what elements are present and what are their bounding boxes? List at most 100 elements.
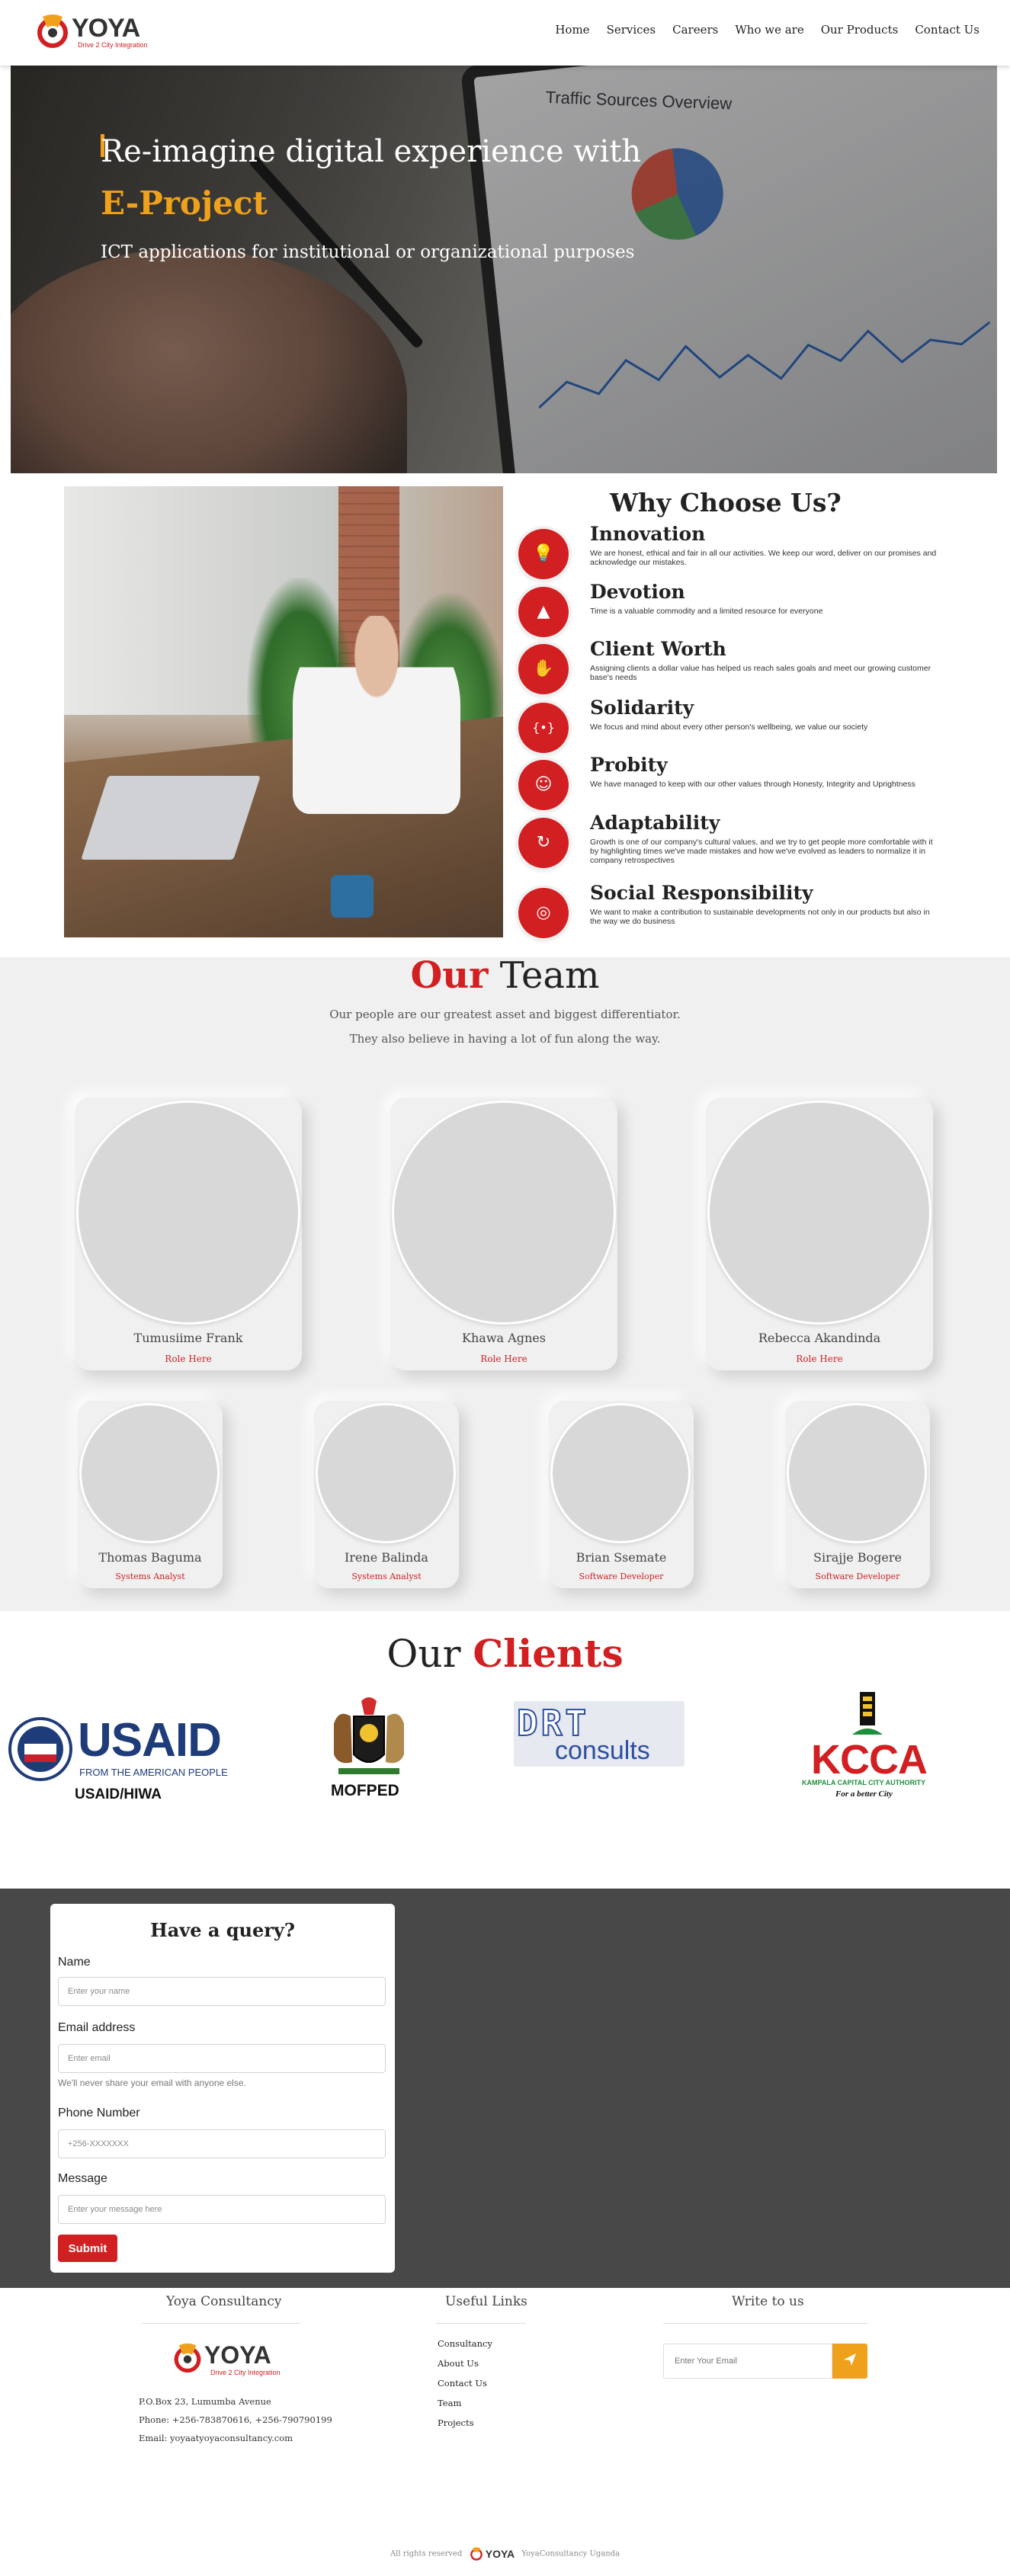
member-name: Irene Balinda <box>345 1550 428 1565</box>
why-item-social-responsibility: ◎ Social Responsibility We want to make … <box>518 882 945 941</box>
nav-careers[interactable]: Careers <box>672 23 718 37</box>
why-choose-title: Why Choose Us? <box>610 488 842 517</box>
hero-banner: Traffic Sources Overview <box>11 66 997 473</box>
brand-tagline: Drive 2 City Integration <box>78 41 148 49</box>
why-item-devotion: ▲ Devotion Time is a valuable commodity … <box>518 581 945 640</box>
kcca-line: KAMPALA CAPITAL CITY AUTHORITY <box>802 1779 926 1786</box>
why-item-text: We want to make a contribution to sustai… <box>590 908 930 926</box>
navbar: YOYA Drive 2 City Integration Home Servi… <box>0 0 1010 66</box>
team-card[interactable]: Thomas Baguma Systems Analyst <box>78 1401 223 1588</box>
nav-services[interactable]: Services <box>607 23 656 37</box>
lightbulb-icon: 💡 <box>518 529 569 579</box>
why-item-solidarity: {•} Solidarity We focus and mind about e… <box>518 697 945 756</box>
footer-col2-title: Useful Links <box>445 2294 527 2309</box>
usaid-name: USAID <box>78 1714 222 1767</box>
avatar <box>79 1403 220 1543</box>
brand-name: YOYA <box>72 14 140 43</box>
footer-divider <box>663 2323 867 2324</box>
team-title: Our Team <box>0 954 1010 997</box>
name-input[interactable] <box>58 1977 386 2006</box>
footer-divider <box>142 2323 300 2324</box>
brackets-icon: {•} <box>518 703 569 753</box>
team-card[interactable]: Irene Balinda Systems Analyst <box>314 1401 459 1588</box>
copyright-right: YoyaConsultancy Uganda <box>521 2549 620 2558</box>
footer-link-team[interactable]: Team <box>438 2398 461 2408</box>
client-drt-consults[interactable]: DRT consults <box>509 1701 689 1768</box>
footer-link-about-us[interactable]: About Us <box>438 2358 479 2369</box>
footer-link-consultancy[interactable]: Consultancy <box>438 2338 492 2349</box>
kcca-name: KCCA <box>811 1737 928 1783</box>
submit-button[interactable]: Submit <box>58 2235 117 2262</box>
message-input[interactable] <box>58 2195 386 2224</box>
photo-cup <box>331 875 374 918</box>
why-item-adaptability: ↻ Adaptability Growth is one of our comp… <box>518 812 945 871</box>
hero-subtitle: ICT applications for institutional or or… <box>101 242 635 262</box>
drt-word: consults <box>555 1736 650 1765</box>
handshake-icon: ✋ <box>518 644 569 694</box>
footer-email: Email: yoyaatyoyaconsultancy.com <box>139 2433 293 2443</box>
avatar <box>707 1101 931 1325</box>
meeting-photo <box>64 486 503 937</box>
nav-contact-us[interactable]: Contact Us <box>915 23 980 37</box>
footer-brand-tagline: Drive 2 City Integration <box>210 2369 281 2376</box>
usaid-line: FROM THE AMERICAN PEOPLE <box>79 1767 228 1778</box>
team-title-rest: Team <box>499 954 600 997</box>
footer-link-contact-us[interactable]: Contact Us <box>438 2378 487 2389</box>
member-role: Role Here <box>480 1354 527 1364</box>
why-item-text: Growth is one of our company's cultural … <box>590 838 933 865</box>
phone-label: Phone Number <box>58 2107 140 2119</box>
footer-link-projects[interactable]: Projects <box>438 2417 474 2428</box>
member-role: Role Here <box>165 1354 212 1364</box>
footer-logo[interactable]: YOYA Drive 2 City Integration <box>172 2340 287 2384</box>
why-item-innovation: 💡 Innovation We are honest, ethical and … <box>518 523 945 582</box>
team-card[interactable]: Brian Ssemate Software Developer <box>549 1401 694 1588</box>
team-card[interactable]: Sirajje Bogere Software Developer <box>785 1401 930 1588</box>
email-help-text: We'll never share your email with anyone… <box>58 2078 246 2088</box>
why-item-text: We focus and mind about every other pers… <box>590 722 868 732</box>
yoya-logo-icon <box>174 2343 201 2373</box>
why-item-text: We are honest, ethical and fair in all o… <box>590 549 937 567</box>
why-item-title: Social Responsibility <box>590 882 813 904</box>
copyright-left: All rights reserved <box>390 2549 463 2558</box>
why-item-probity: ☺ Probity We have managed to keep with o… <box>518 754 945 813</box>
why-item-title: Devotion <box>590 581 685 603</box>
nav-our-products[interactable]: Our Products <box>821 23 899 37</box>
nav-home[interactable]: Home <box>555 23 589 37</box>
usaid-seal-icon <box>8 1717 72 1781</box>
phone-input[interactable] <box>58 2129 386 2158</box>
client-kcca[interactable]: KCCA KAMPALA CAPITAL CITY AUTHORITY For … <box>802 1692 939 1806</box>
team-card[interactable]: Khawa Agnes Role Here <box>390 1097 617 1370</box>
footer-col3-title: Write to us <box>732 2294 804 2309</box>
member-name: Rebecca Akandinda <box>758 1331 881 1345</box>
email-input[interactable] <box>58 2044 386 2073</box>
client-usaid[interactable]: USAID FROM THE AMERICAN PEOPLE USAID/HIW… <box>8 1714 229 1806</box>
kcca-motto: For a better City <box>835 1789 893 1799</box>
avatar <box>316 1403 456 1543</box>
client-mofped[interactable]: MOFPED <box>320 1693 419 1808</box>
why-item-title: Probity <box>590 754 668 776</box>
photo-laptop <box>81 776 261 860</box>
nav-who-we-are[interactable]: Who we are <box>735 23 803 37</box>
member-role: Software Developer <box>815 1572 900 1581</box>
hero-overlay <box>11 66 997 473</box>
avatar <box>550 1403 691 1543</box>
member-role: Systems Analyst <box>351 1572 422 1581</box>
brand-logo[interactable]: YOYA Drive 2 City Integration <box>35 12 149 53</box>
why-item-title: Client Worth <box>590 638 726 660</box>
team-card[interactable]: Tumusiime Frank Role Here <box>75 1097 302 1370</box>
main-nav: Home Services Careers Who we are Our Pro… <box>555 23 980 37</box>
footer-col1-title: Yoya Consultancy <box>166 2294 282 2309</box>
copyright-logo: YOYA <box>470 2547 515 2561</box>
uganda-coat-of-arms-icon <box>334 1697 404 1774</box>
query-title: Have a query? <box>150 1919 295 1941</box>
why-item-text: We have managed to keep with our other v… <box>590 780 915 789</box>
why-item-text: Assigning clients a dollar value has hel… <box>590 664 931 682</box>
copyright-brand: YOYA <box>485 2548 515 2560</box>
send-button[interactable] <box>832 2344 867 2379</box>
newsletter-email-input[interactable] <box>663 2344 832 2379</box>
footer-divider <box>436 2323 526 2324</box>
query-form: Have a query? Name Email address We'll n… <box>50 1904 395 2273</box>
team-subtitle-2: They also believe in having a lot of fun… <box>349 1032 661 1046</box>
yoya-logo-icon <box>470 2547 483 2561</box>
team-card[interactable]: Rebecca Akandinda Role Here <box>706 1097 933 1370</box>
